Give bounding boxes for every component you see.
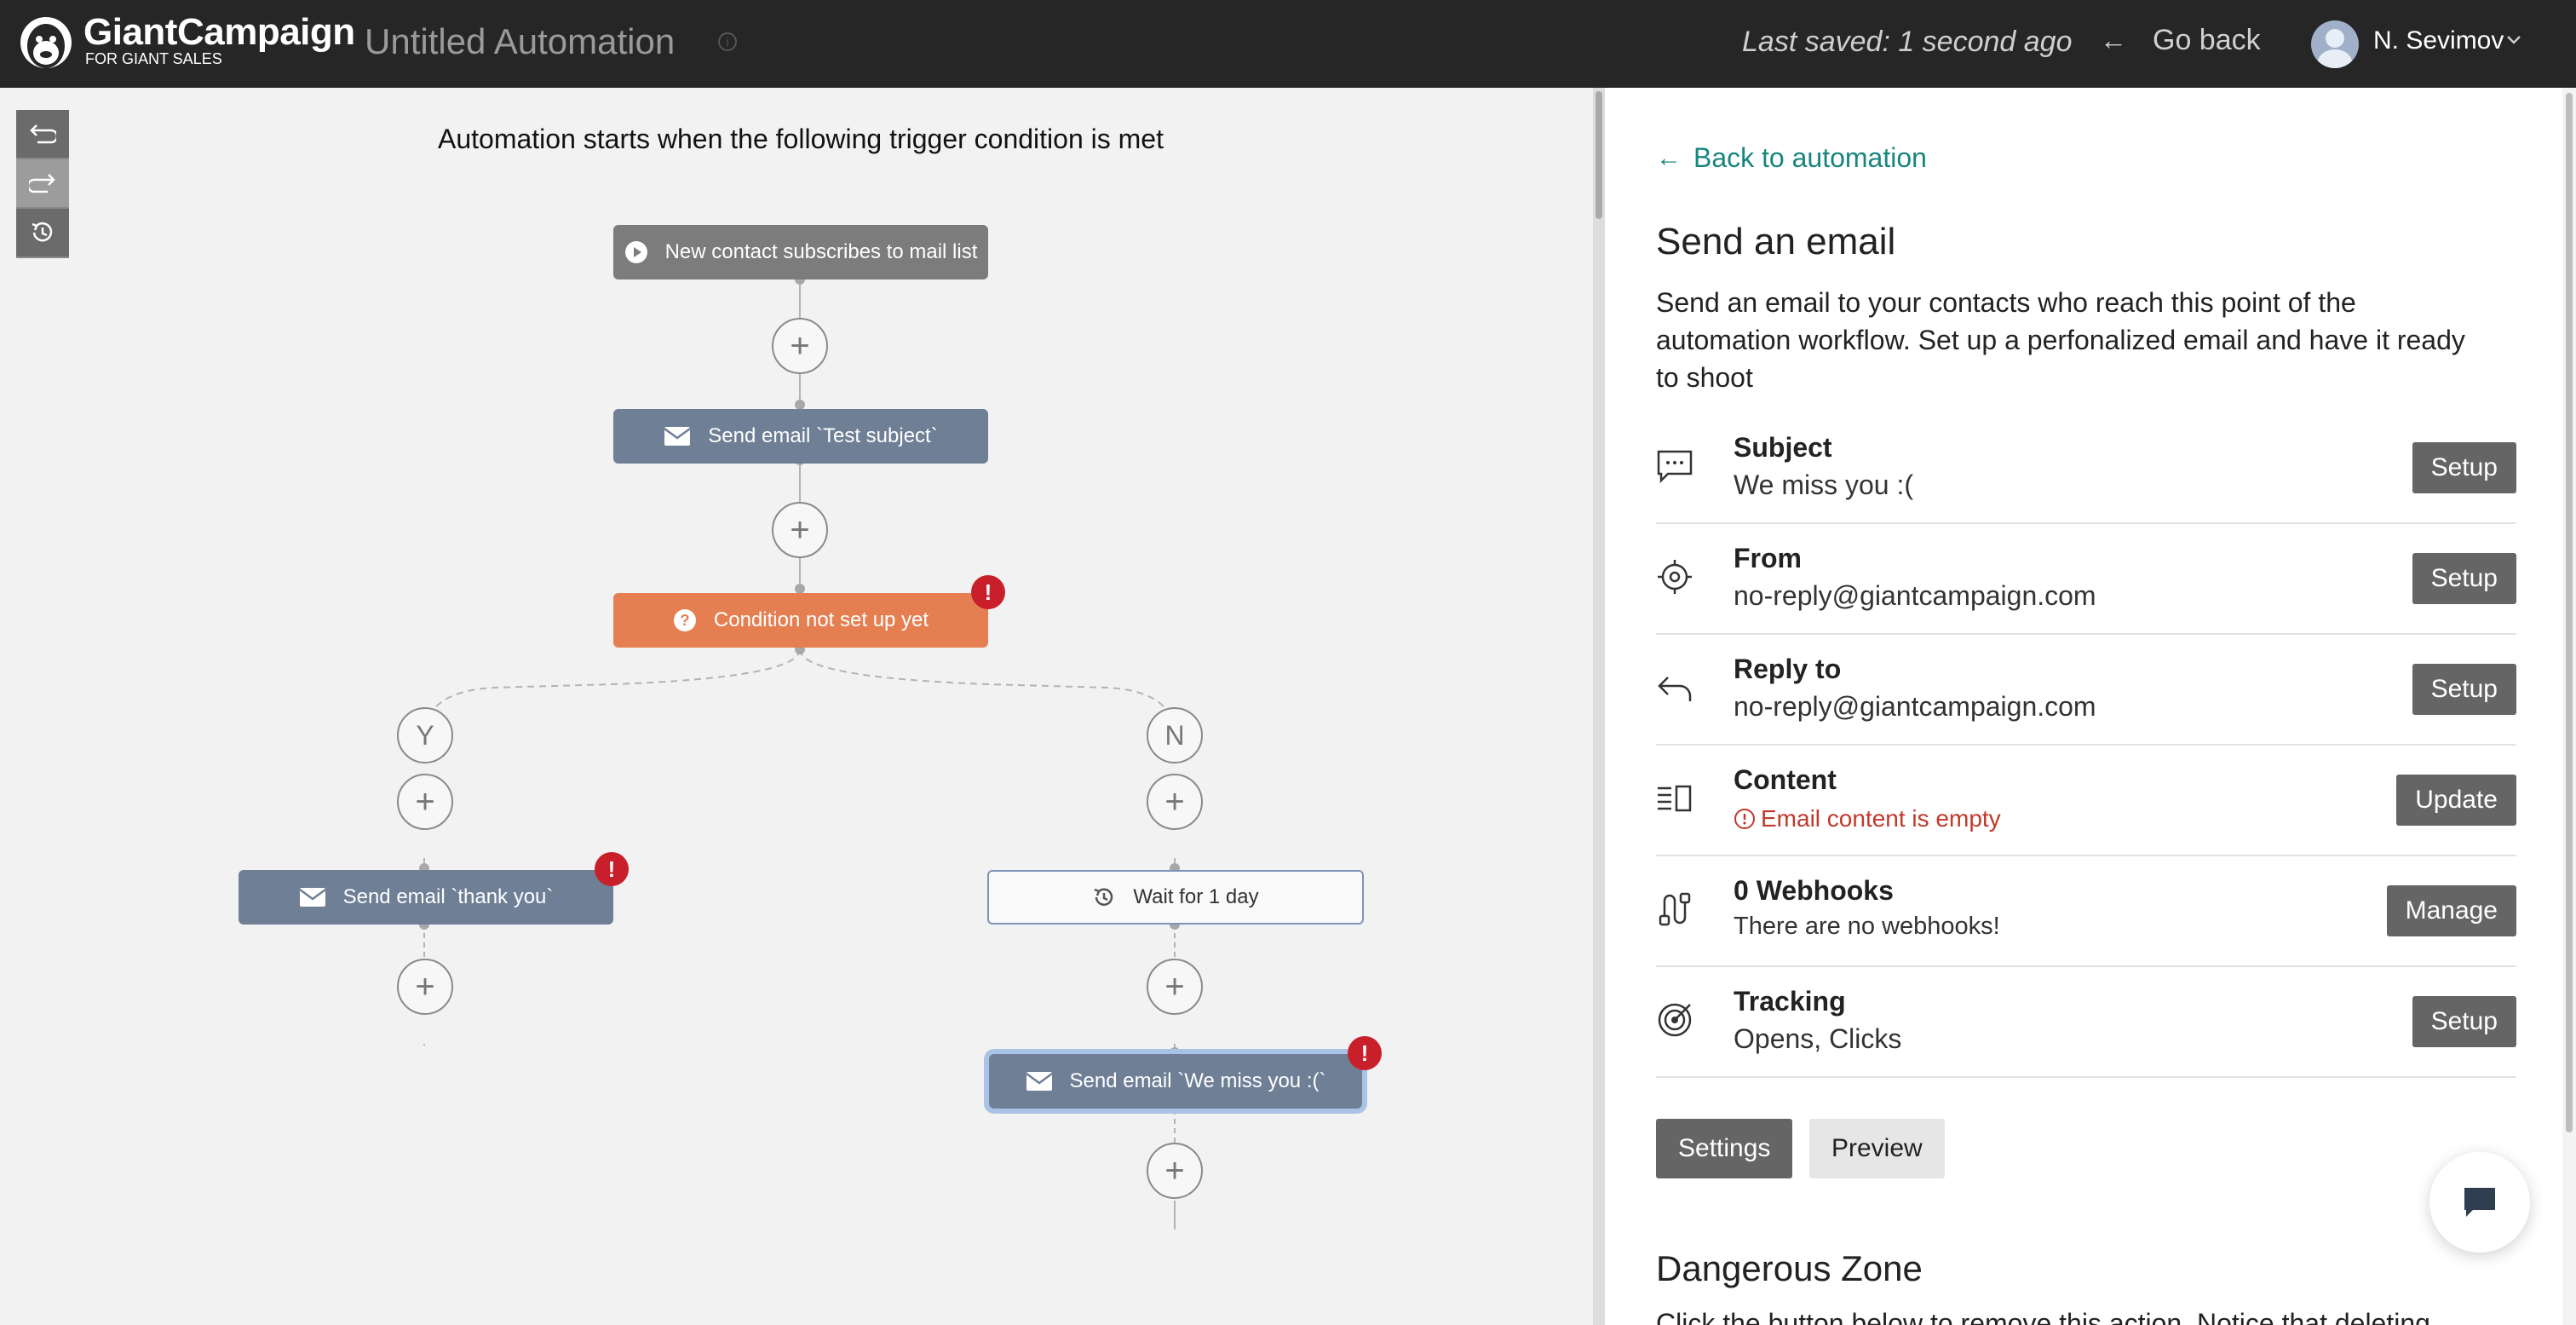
info-icon[interactable]: i	[718, 32, 737, 51]
tracking-icon	[1656, 1001, 1693, 1039]
redo-button[interactable]	[16, 159, 69, 209]
subject-value: We miss you :(	[1734, 470, 1913, 500]
webhooks-value: There are no webhooks!	[1734, 913, 2000, 940]
webhook-icon	[1656, 890, 1693, 928]
send-email-node-selected[interactable]: Send email `We miss you :(`	[989, 1054, 1362, 1109]
content-icon	[1656, 780, 1693, 817]
settings-button[interactable]: Settings	[1656, 1119, 1793, 1178]
from-label: From	[1734, 543, 1802, 573]
webhooks-manage-button[interactable]: Manage	[2386, 885, 2516, 936]
question-icon: ?	[673, 608, 697, 632]
subject-row: Subject We miss you :( Setup	[1656, 413, 2516, 524]
history-button[interactable]	[16, 209, 69, 258]
message-icon	[1656, 447, 1693, 485]
automation-title[interactable]: Untitled Automation	[365, 24, 675, 60]
webhooks-row: 0 Webhooks There are no webhooks! Manage	[1656, 856, 2516, 967]
reply-to-label: Reply to	[1734, 654, 1842, 684]
reply-to-row: Reply to no-reply@giantcampaign.com Setu…	[1656, 635, 2516, 746]
tracking-label: Tracking	[1734, 986, 1846, 1017]
envelope-icon	[298, 887, 326, 907]
add-step-button[interactable]: +	[1147, 774, 1203, 830]
dangerous-zone-text: Click the button below to remove this ac…	[1656, 1308, 2430, 1325]
wait-node-label: Wait for 1 day	[1133, 885, 1259, 908]
branch-yes-label: Y	[397, 707, 453, 763]
go-back-label: Go back	[2153, 24, 2261, 56]
history-icon	[1092, 885, 1116, 909]
branch-no-label: N	[1147, 707, 1203, 763]
send-email-node[interactable]: Send email `thank you`	[239, 870, 613, 925]
from-value: no-reply@giantcampaign.com	[1734, 580, 2096, 611]
tracking-row: Tracking Opens, Clicks Setup	[1656, 967, 2516, 1078]
subject-setup-button[interactable]: Setup	[2412, 442, 2516, 493]
top-bar: GiantCampaign FOR GIANT SALES Untitled A…	[0, 0, 2576, 88]
tracking-setup-button[interactable]: Setup	[2412, 996, 2516, 1047]
envelope-icon	[664, 426, 692, 446]
add-step-button[interactable]: +	[772, 318, 828, 374]
canvas-scrollbar[interactable]	[1593, 88, 1605, 1325]
chat-icon	[2464, 1188, 2495, 1217]
brand-name[interactable]: GiantCampaign	[83, 14, 355, 51]
target-icon	[1656, 558, 1693, 596]
content-update-button[interactable]: Update	[2396, 775, 2516, 826]
avatar[interactable]	[2311, 20, 2359, 68]
from-row: From no-reply@giantcampaign.com Setup	[1656, 524, 2516, 635]
add-step-button[interactable]: +	[397, 774, 453, 830]
send-email-node[interactable]: Send email `Test subject`	[613, 409, 988, 464]
history-icon	[32, 222, 53, 242]
workflow-canvas[interactable]: Automation starts when the following tri…	[0, 88, 1593, 1325]
reply-to-value: no-reply@giantcampaign.com	[1734, 691, 2096, 722]
error-badge-icon: !	[595, 852, 629, 886]
content-error-message: Email content is empty	[1734, 805, 2001, 832]
alert-circle-icon	[1734, 809, 1755, 829]
undo-icon	[30, 124, 56, 144]
panel-scrollbar[interactable]	[2562, 88, 2576, 1325]
panel-title: Send an email	[1656, 221, 1896, 262]
brand-tagline: FOR GIANT SALES	[85, 50, 222, 67]
undo-button[interactable]	[16, 110, 69, 159]
chat-button[interactable]	[2429, 1152, 2530, 1253]
preview-button[interactable]: Preview	[1809, 1119, 1945, 1178]
action-settings-panel: ← Back to automation Send an email Send …	[1605, 88, 2562, 1325]
arrow-left-icon: ←	[2100, 25, 2127, 55]
error-badge-icon: !	[971, 575, 1005, 609]
chevron-down-icon[interactable]	[2504, 31, 2523, 55]
svg-text:?: ?	[680, 612, 689, 629]
send-email-node-label: Send email `thank you`	[342, 885, 554, 908]
last-saved-status: Last saved: 1 second ago	[1742, 26, 2073, 58]
error-badge-icon: !	[1348, 1036, 1382, 1070]
add-step-button[interactable]: +	[1147, 1143, 1203, 1199]
subject-label: Subject	[1734, 432, 1832, 463]
panel-description: Send an email to your contacts who reach…	[1656, 287, 2465, 393]
arrow-left-icon: ←	[1656, 143, 1682, 172]
send-email-node-label: Send email `Test subject`	[708, 424, 938, 447]
condition-node[interactable]: ? Condition not set up yet	[613, 593, 988, 648]
go-back-button[interactable]: ← Go back	[2100, 26, 2261, 55]
envelope-icon	[1025, 1071, 1053, 1092]
back-to-automation-label: Back to automation	[1693, 142, 1927, 173]
reply-icon	[1656, 669, 1693, 706]
trigger-node-label: New contact subscribes to mail list	[664, 240, 978, 263]
add-step-button[interactable]: +	[772, 502, 828, 558]
content-row: Content Email content is empty Update	[1656, 746, 2516, 856]
send-email-node-label: Send email `We miss you :(`	[1069, 1069, 1326, 1092]
add-step-button[interactable]: +	[397, 959, 453, 1015]
redo-icon	[29, 174, 55, 193]
user-name[interactable]: N. Sevimov	[2373, 28, 2504, 54]
canvas-toolbar	[16, 110, 69, 258]
from-setup-button[interactable]: Setup	[2412, 553, 2516, 604]
gorilla-logo-icon[interactable]	[19, 9, 73, 78]
add-step-button[interactable]: +	[1147, 959, 1203, 1015]
content-label: Content	[1734, 764, 1837, 795]
reply-to-setup-button[interactable]: Setup	[2412, 664, 2516, 715]
dangerous-zone-heading: Dangerous Zone	[1656, 1248, 1923, 1288]
trigger-node[interactable]: New contact subscribes to mail list	[613, 225, 988, 279]
tracking-value: Opens, Clicks	[1734, 1023, 1902, 1054]
back-to-automation-link[interactable]: ← Back to automation	[1656, 142, 1927, 174]
webhooks-label: 0 Webhooks	[1734, 875, 1894, 906]
play-icon	[624, 240, 648, 264]
content-error-text: Email content is empty	[1761, 805, 2001, 832]
condition-node-label: Condition not set up yet	[713, 608, 929, 631]
wait-node[interactable]: Wait for 1 day	[987, 870, 1364, 925]
